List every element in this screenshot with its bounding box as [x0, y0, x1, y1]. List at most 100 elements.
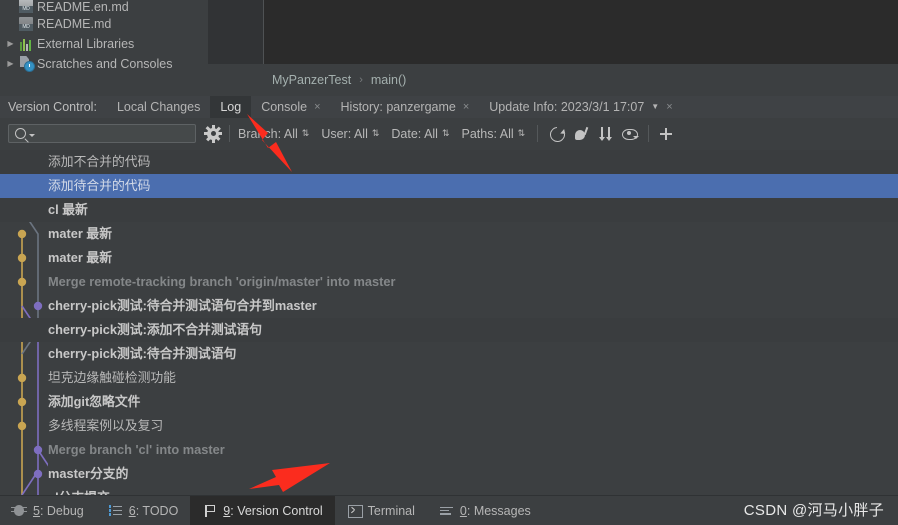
commit-message: mater 最新 [48, 226, 113, 241]
gear-icon[interactable] [204, 124, 222, 143]
library-icon [17, 36, 34, 52]
tab-log[interactable]: Log [210, 96, 252, 118]
breadcrumb-item-method[interactable]: main() [371, 73, 406, 87]
commit-message: 添加不合并的代码 [48, 154, 151, 169]
project-tree[interactable]: README.en.md README.md ▶ External Librar… [0, 0, 208, 72]
breadcrumb: MyPanzerTest › main() [208, 64, 898, 96]
tree-item-label: README.en.md [37, 0, 129, 14]
tool-tab-messages[interactable]: 0 : Messages [427, 496, 543, 525]
chevron-down-icon[interactable]: ▼ [651, 103, 659, 111]
commit-message: 多线程案例以及复习 [48, 418, 164, 433]
search-input[interactable] [8, 124, 196, 143]
commit-row[interactable]: Merge remote-tracking branch 'origin/mas… [0, 270, 898, 294]
filter-date[interactable]: Date: All ⇅ [391, 127, 449, 141]
commit-message: 添加待合并的代码 [48, 178, 151, 193]
tool-tab-mnemonic: 0 [459, 503, 467, 518]
tab-label: Local Changes [116, 100, 201, 114]
tree-item-external-libraries[interactable]: ▶ External Libraries [0, 34, 208, 54]
breadcrumb-separator: › [359, 74, 363, 86]
cherry-pick-icon[interactable] [570, 123, 592, 145]
plus-icon[interactable] [655, 123, 677, 145]
commit-row[interactable]: cherry-pick测试:待合并测试语句合并到master [0, 294, 898, 318]
commit-message: cherry-pick测试:添加不合并测试语句 [48, 322, 263, 337]
watermark: CSDN @河马小胖子 [743, 502, 884, 519]
filter-label: Branch: All [238, 126, 298, 141]
chevron-down-icon[interactable] [29, 134, 35, 137]
tool-tab-debug[interactable]: 5 : Debug [0, 496, 96, 525]
tab-label: History: panzergame [340, 100, 456, 114]
filter-label: Paths: All [461, 126, 514, 141]
filter-label: User: All [321, 126, 368, 141]
commit-row[interactable]: cl 最新 [0, 198, 898, 222]
updown-icon: ⇅ [301, 128, 310, 139]
markdown-file-icon [17, 16, 34, 32]
commit-message: master分支的 [48, 466, 129, 481]
eye-icon[interactable] [618, 123, 640, 145]
commit-row[interactable]: 添加git忽略文件 [0, 390, 898, 414]
tab-label: Console [261, 100, 308, 114]
refresh-icon[interactable] [546, 123, 569, 145]
tab-label: Log [220, 100, 242, 114]
tab-history-panzergame[interactable]: History: panzergame × [331, 96, 480, 118]
tab-label: Update Info: 2023/3/1 17:07 [489, 100, 645, 114]
tool-tab-terminal[interactable]: Terminal [335, 496, 427, 525]
updown-icon: ⇅ [441, 128, 450, 139]
tool-tab-label: : Messages [466, 503, 531, 518]
tool-tab-mnemonic: 6 [128, 503, 136, 518]
tool-tab-todo[interactable]: 6 : TODO [96, 496, 191, 525]
tree-item-label: External Libraries [37, 37, 135, 51]
commit-row[interactable]: cl分支提交 [0, 486, 898, 495]
close-icon[interactable]: × [463, 101, 469, 113]
commit-message: cherry-pick测试:待合并测试语句 [48, 346, 237, 361]
tool-tab-version-control[interactable]: 9 : Version Control [190, 496, 335, 525]
tab-console[interactable]: Console × [251, 96, 330, 118]
commit-row[interactable]: cherry-pick测试:待合并测试语句 [0, 342, 898, 366]
todo-icon [108, 504, 123, 518]
bug-icon [11, 504, 27, 518]
commit-row[interactable]: 添加不合并的代码 [0, 150, 898, 174]
tree-item-label: Scratches and Consoles [37, 57, 173, 71]
tool-tab-label: : TODO [135, 503, 179, 518]
commit-message: Merge remote-tracking branch 'origin/mas… [48, 274, 396, 289]
commit-row[interactable]: master分支的 [0, 462, 898, 486]
sort-icon[interactable] [594, 123, 616, 145]
tree-item-scratches-and-consoles[interactable]: ▶ Scratches and Consoles [0, 54, 208, 74]
filter-paths[interactable]: Paths: All ⇅ [462, 127, 526, 141]
tree-item-readme[interactable]: README.md [0, 14, 208, 34]
tool-tab-mnemonic: 9 [223, 503, 231, 518]
branch-icon [202, 504, 217, 518]
breadcrumb-item-class[interactable]: MyPanzerTest [272, 73, 351, 87]
top-area: README.en.md README.md ▶ External Librar… [0, 0, 898, 96]
updown-icon: ⇅ [517, 128, 526, 139]
commit-row[interactable]: cherry-pick测试:添加不合并测试语句 [0, 318, 898, 342]
commit-row[interactable]: Merge branch 'cl' into master [0, 438, 898, 462]
commit-row[interactable]: 坦克边缘触碰检测功能 [0, 366, 898, 390]
filter-branch[interactable]: Branch: All ⇅ [238, 127, 309, 141]
tree-item-readme-en[interactable]: README.en.md [0, 0, 208, 14]
commit-log-list[interactable]: 添加不合并的代码 添加待合并的代码 cl 最新 mater 最新 mater 最… [0, 150, 898, 495]
log-toolbar: Branch: All ⇅ User: All ⇅ Date: All ⇅ Pa… [0, 118, 898, 149]
filter-label: Date: All [391, 126, 438, 141]
terminal-icon [347, 504, 363, 518]
editor-area[interactable] [208, 0, 898, 64]
commit-row[interactable]: 多线程案例以及复习 [0, 414, 898, 438]
version-control-title: Version Control: [8, 100, 97, 114]
commit-message: Merge branch 'cl' into master [48, 442, 225, 457]
filter-user[interactable]: User: All ⇅ [321, 127, 379, 141]
tool-tab-label: Terminal [367, 503, 415, 518]
tree-item-label: README.md [37, 17, 112, 31]
close-icon[interactable]: × [314, 101, 320, 113]
tab-local-changes[interactable]: Local Changes [107, 96, 210, 118]
close-icon[interactable]: × [666, 101, 672, 113]
chevron-right-icon[interactable]: ▶ [4, 60, 17, 68]
chevron-right-icon[interactable]: ▶ [4, 40, 17, 48]
tab-update-info[interactable]: Update Info: 2023/3/1 17:07 ▼ × [479, 96, 682, 118]
search-icon [15, 128, 26, 139]
commit-row[interactable]: mater 最新 [0, 246, 898, 270]
commit-message: 坦克边缘触碰检测功能 [48, 370, 176, 385]
commit-message: 添加git忽略文件 [48, 394, 141, 409]
commit-row[interactable]: 添加待合并的代码 [0, 174, 898, 198]
updown-icon: ⇅ [371, 128, 380, 139]
toolbar-divider [648, 125, 650, 142]
commit-row[interactable]: mater 最新 [0, 222, 898, 246]
